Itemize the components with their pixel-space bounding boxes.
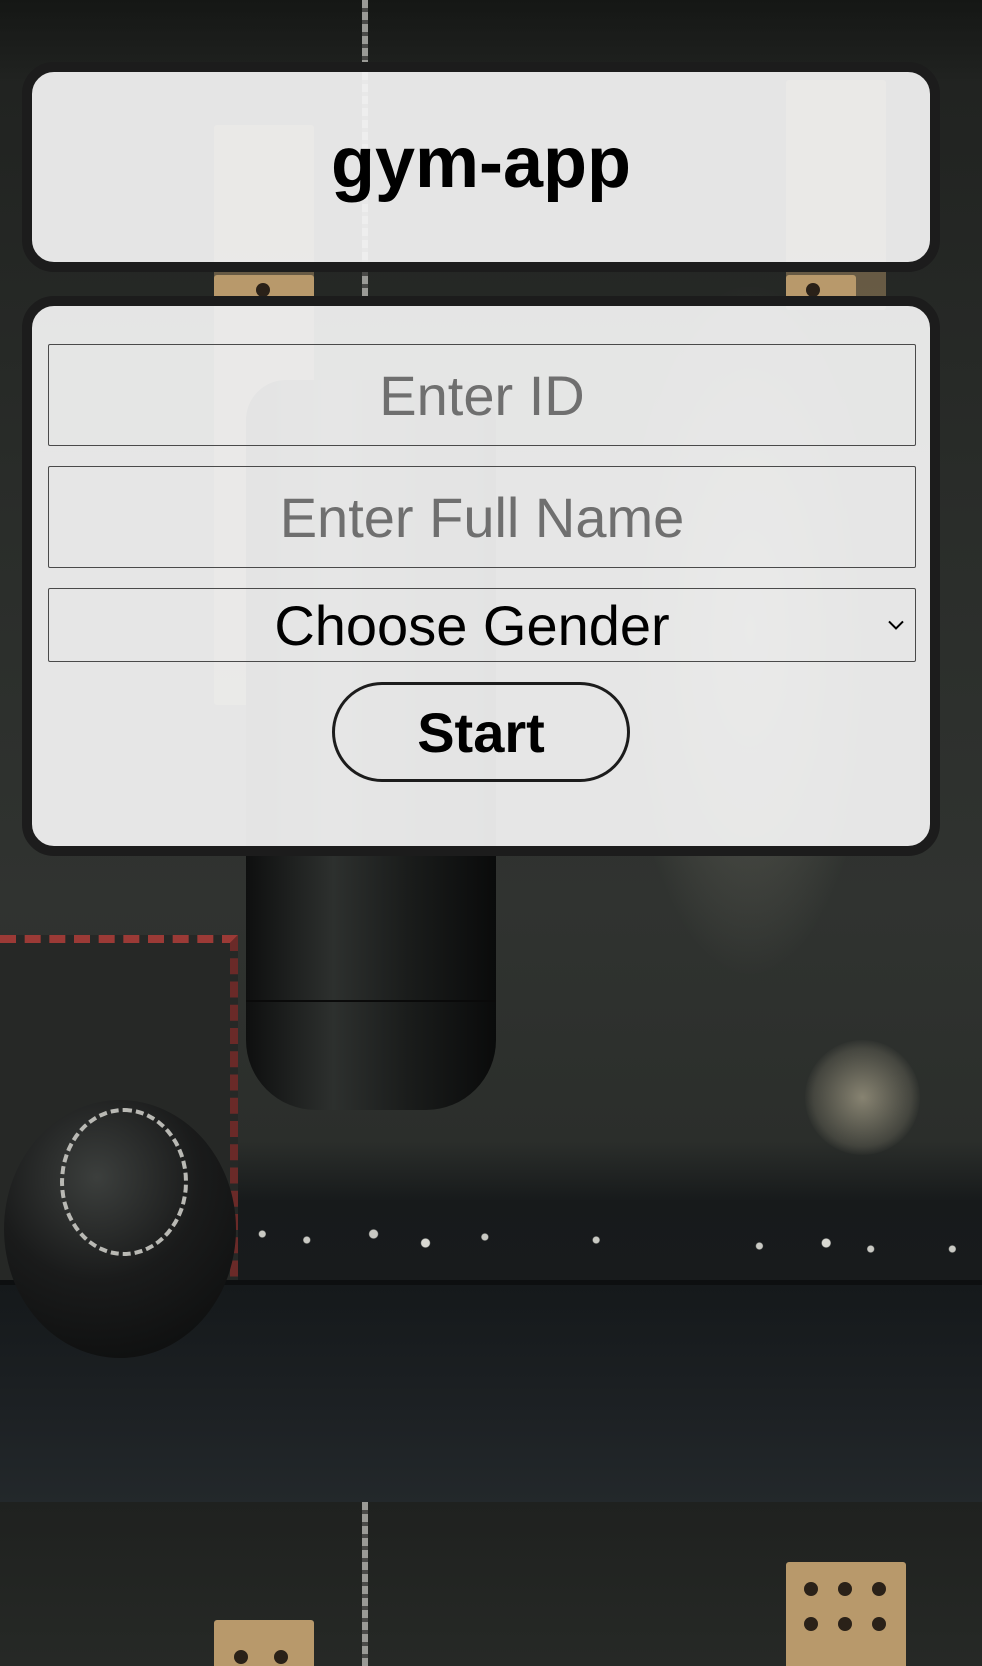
punching-bag-seam	[246, 1000, 496, 1002]
gender-select-value: Choose Gender	[274, 593, 670, 657]
pegboard-left-repeat	[214, 1620, 314, 1666]
registration-form-card: Choose Gender Start	[22, 296, 940, 856]
light-bokeh	[805, 1040, 920, 1155]
gym-background-image-repeat	[0, 1502, 982, 1666]
id-input[interactable]	[48, 344, 916, 446]
gender-select[interactable]: Choose Gender	[48, 588, 916, 662]
header-card: gym-app	[22, 62, 940, 272]
start-button-wrapper: Start	[48, 682, 914, 782]
wall-scuff-marks	[240, 1210, 982, 1270]
pegboard-right-repeat	[786, 1562, 906, 1666]
app-title: gym-app	[330, 123, 632, 203]
full-name-input[interactable]	[48, 466, 916, 568]
slam-ball-chain	[60, 1108, 188, 1256]
chevron-down-icon	[888, 620, 904, 630]
start-button[interactable]: Start	[332, 682, 630, 782]
punching-bag-chain-repeat	[362, 1502, 368, 1666]
